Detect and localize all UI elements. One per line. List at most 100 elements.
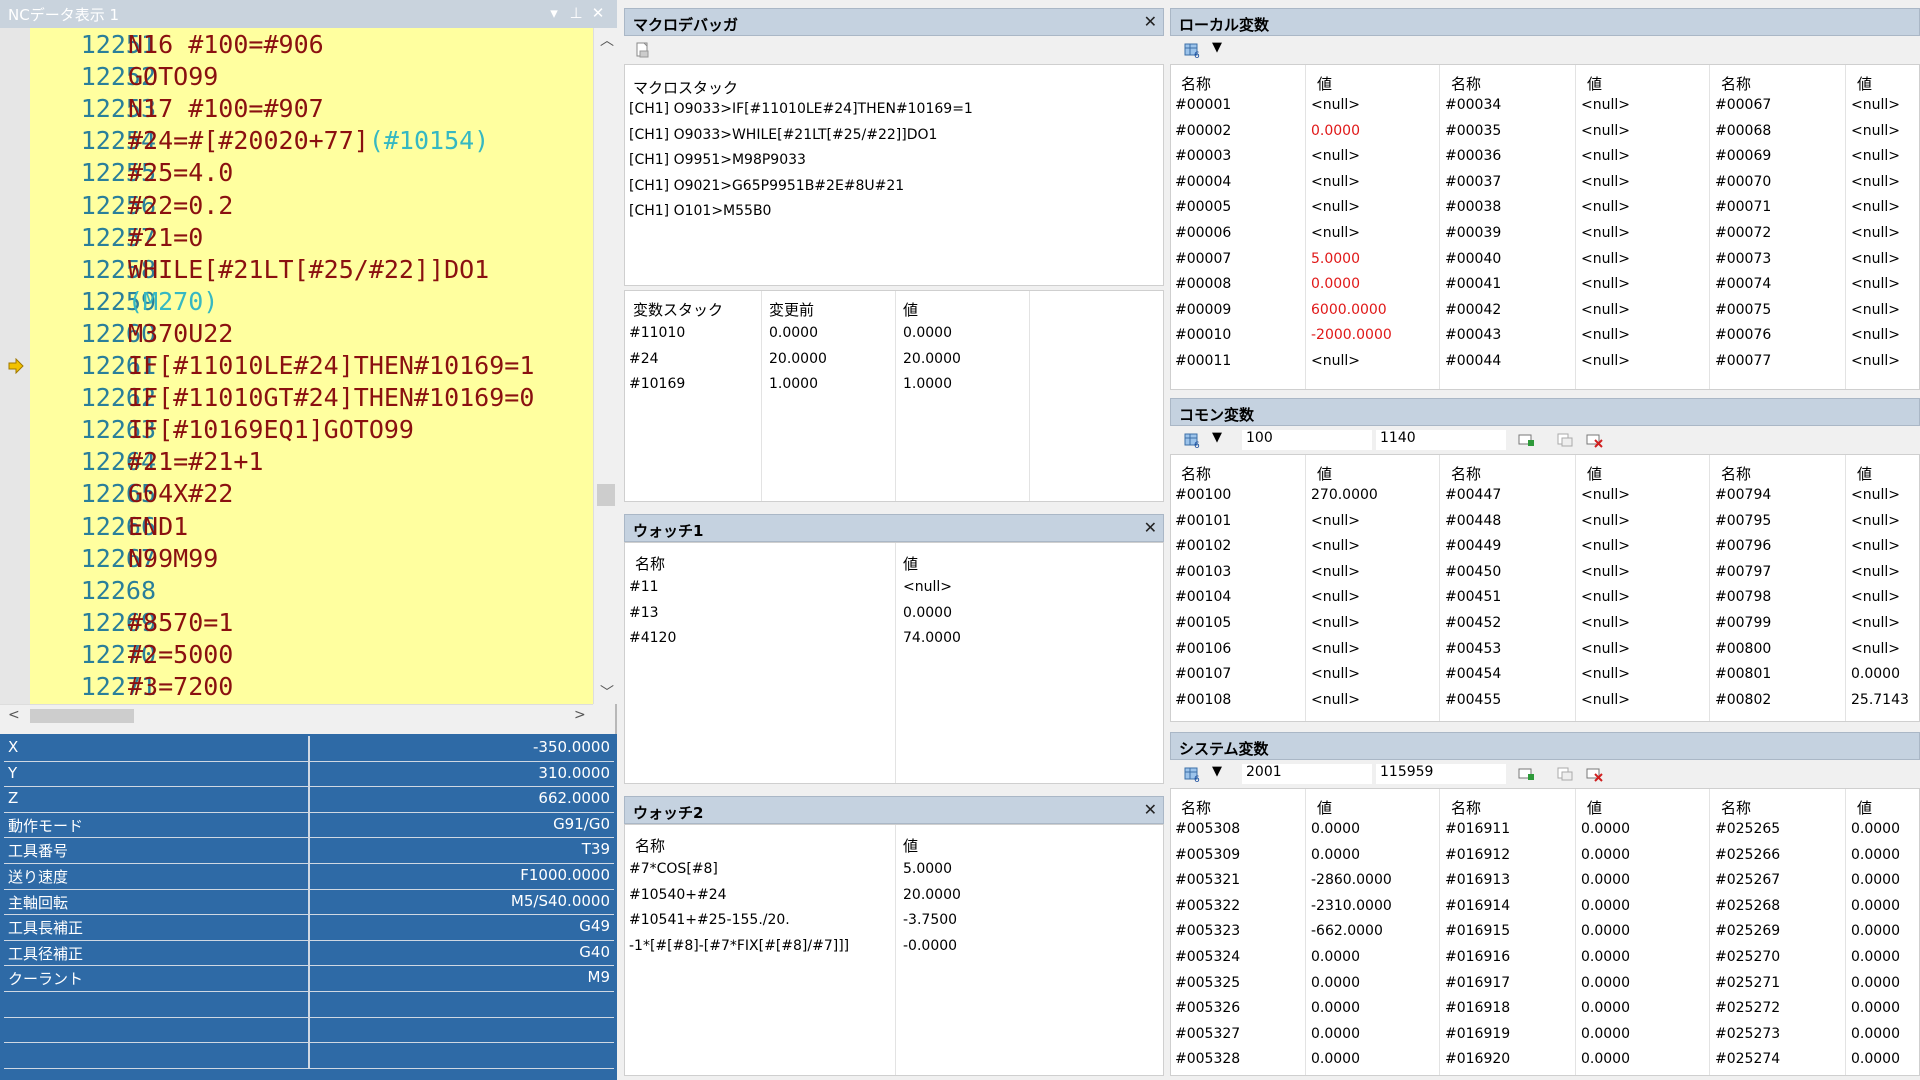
close-icon[interactable]: ✕ [588, 3, 608, 23]
table-row[interactable]: #13 0.0000 [625, 601, 1163, 627]
table-row[interactable]: #005324 0.0000 #016916 0.0000 #025270 0.0000 [1171, 945, 1919, 971]
scroll-thumb[interactable] [597, 484, 615, 506]
table-row[interactable]: #00003 <null> #00036 <null> #00069 <null> [1171, 144, 1919, 170]
column-header[interactable]: 値 [903, 299, 918, 320]
column-header[interactable]: 値 [1857, 797, 1872, 818]
list-item[interactable]: [CH1] O9951>M98P9033 [625, 148, 1163, 174]
code-line[interactable]: 12257 #21=0 [0, 222, 593, 254]
nc-code-view[interactable]: 12251 N16 #100=#906 12252 GOTO99 12253 N17 #1… [0, 28, 593, 704]
table-row[interactable]: #00105 <null> #00452 <null> #00799 <null> [1171, 611, 1919, 637]
table-row[interactable]: #00008 0.0000 #00041 <null> #00074 <null> [1171, 272, 1919, 298]
code-line[interactable]: 12251 N16 #100=#906 [0, 29, 593, 61]
column-header[interactable]: 名称 [1721, 463, 1751, 484]
chevron-down-icon[interactable]: ▼ [1212, 430, 1222, 445]
table-row[interactable]: #00100 270.0000 #00447 <null> #00794 <null> [1171, 483, 1919, 509]
scroll-up-icon[interactable]: ︿ [600, 30, 614, 50]
code-line[interactable]: 12260 M370U22 [0, 318, 593, 350]
code-line[interactable]: 12270 #2=5000 [0, 639, 593, 671]
column-header[interactable]: 名称 [1721, 73, 1751, 94]
close-icon[interactable]: ✕ [1144, 800, 1157, 819]
scroll-left-icon[interactable]: < [8, 707, 20, 723]
column-header[interactable]: 値 [1317, 797, 1332, 818]
add-watch-icon[interactable] [1518, 766, 1536, 782]
column-header[interactable]: 変数スタック [633, 299, 723, 320]
code-line[interactable]: 12265 G04X#22 [0, 478, 593, 510]
table-row[interactable]: #00007 5.0000 #00040 <null> #00073 <null> [1171, 247, 1919, 273]
document-icon[interactable] [634, 42, 652, 58]
column-header[interactable]: 名称 [635, 835, 665, 856]
code-line[interactable]: 12255 #25=4.0 [0, 157, 593, 189]
delete-icon[interactable] [1586, 766, 1604, 782]
table-row[interactable]: #10169 1.0000 1.0000 [625, 372, 1163, 398]
table-row[interactable]: #00009 6000.0000 #00042 <null> #00075 <null> [1171, 298, 1919, 324]
table-row[interactable]: #00001 <null> #00034 <null> #00067 <null> [1171, 93, 1919, 119]
table-row[interactable]: #10541+#25-155./20. -3.7500 [625, 908, 1163, 934]
column-header[interactable]: 名称 [1181, 797, 1211, 818]
table-row[interactable]: #00101 <null> #00448 <null> #00795 <null> [1171, 509, 1919, 535]
code-line[interactable]: 12263 IF[#10169EQ1]GOTO99 [0, 414, 593, 446]
range-to-input[interactable]: 1140 [1376, 430, 1506, 450]
copy-icon[interactable] [1556, 766, 1574, 782]
table-row[interactable]: #005308 0.0000 #016911 0.0000 #025265 0.0000 [1171, 817, 1919, 843]
code-line[interactable]: 12254 #24=#[#20020+77](#10154) [0, 125, 593, 157]
code-line[interactable]: 12261 IF[#11010LE#24]THEN#10169=1 [0, 350, 593, 382]
list-item[interactable]: [CH1] O9021>G65P9951B#2E#8U#21 [625, 174, 1163, 200]
table-row[interactable]: #00103 <null> #00450 <null> #00797 <null> [1171, 560, 1919, 586]
table-row[interactable]: #005323 -662.0000 #016915 0.0000 #025269 0.00… [1171, 919, 1919, 945]
column-header[interactable]: 名称 [1181, 463, 1211, 484]
table-row[interactable]: #00107 <null> #00454 <null> #00801 0.0000 [1171, 662, 1919, 688]
table-row[interactable]: #005327 0.0000 #016919 0.0000 #025273 0.0000 [1171, 1022, 1919, 1048]
list-item[interactable]: [CH1] O9033>WHILE[#21LT[#25/#22]]DO1 [625, 123, 1163, 149]
code-line[interactable]: 12266 END1 [0, 511, 593, 543]
delete-icon[interactable] [1586, 432, 1604, 448]
table-row[interactable]: #00006 <null> #00039 <null> #00072 <null> [1171, 221, 1919, 247]
column-header[interactable]: 名称 [1451, 73, 1481, 94]
pin-icon[interactable]: ⊥ [566, 3, 586, 23]
column-header[interactable]: 値 [903, 553, 918, 574]
table-row[interactable]: #005309 0.0000 #016912 0.0000 #025266 0.0000 [1171, 843, 1919, 869]
table-row[interactable]: #00102 <null> #00449 <null> #00796 <null> [1171, 534, 1919, 560]
table-row[interactable]: #11010 0.0000 0.0000 [625, 321, 1163, 347]
scroll-thumb[interactable] [30, 709, 134, 723]
code-line[interactable]: 12258 WHILE[#21LT[#25/#22]]DO1 [0, 254, 593, 286]
table-row[interactable]: #00004 <null> #00037 <null> #00070 <null> [1171, 170, 1919, 196]
dropdown-icon[interactable]: ▾ [544, 3, 564, 23]
code-line[interactable]: 12253 N17 #100=#907 [0, 93, 593, 125]
table-row[interactable]: #00011 <null> #00044 <null> #00077 <null> [1171, 349, 1919, 375]
code-line[interactable]: 12256 #22=0.2 [0, 190, 593, 222]
nc-horizontal-scrollbar[interactable]: < > [0, 704, 593, 726]
table-icon[interactable]: 6 [1184, 766, 1202, 782]
code-line[interactable]: 12267 N99M99 [0, 543, 593, 575]
table-row[interactable]: #005326 0.0000 #016918 0.0000 #025272 0.0000 [1171, 996, 1919, 1022]
nc-vertical-scrollbar[interactable]: ︿ ﹀ [593, 28, 617, 704]
table-row[interactable]: #00108 <null> #00455 <null> #00802 25.7143 [1171, 688, 1919, 714]
column-header[interactable]: 名称 [1721, 797, 1751, 818]
table-icon[interactable]: 6 [1184, 42, 1202, 58]
column-header[interactable]: 変更前 [769, 299, 814, 320]
table-row[interactable]: #11 <null> [625, 575, 1163, 601]
column-header[interactable]: 名称 [635, 553, 665, 574]
code-line[interactable]: 12271 #3=7200 [0, 671, 593, 703]
column-header[interactable]: 名称 [1451, 463, 1481, 484]
code-line[interactable]: 12264 #21=#21+1 [0, 446, 593, 478]
table-row[interactable]: #005322 -2310.0000 #016914 0.0000 #025268 0.0… [1171, 894, 1919, 920]
code-line[interactable]: 12268 [0, 575, 593, 607]
code-line[interactable]: 12269 #8570=1 [0, 607, 593, 639]
column-header[interactable]: 名称 [1451, 797, 1481, 818]
code-line[interactable]: 12262 IF[#11010GT#24]THEN#10169=0 [0, 382, 593, 414]
table-row[interactable]: -1*[#[#8]-[#7*FIX[#[#8]/#7]]] -0.0000 [625, 934, 1163, 960]
column-header[interactable]: 値 [903, 835, 918, 856]
table-row[interactable]: #10540+#24 20.0000 [625, 883, 1163, 909]
range-to-input[interactable]: 115959 [1376, 764, 1506, 784]
close-icon[interactable]: ✕ [1144, 518, 1157, 537]
close-icon[interactable]: ✕ [1144, 12, 1157, 31]
table-row[interactable]: #005328 0.0000 #016920 0.0000 #025274 0.0000 [1171, 1047, 1919, 1073]
table-row[interactable]: #7*COS[#8] 5.0000 [625, 857, 1163, 883]
chevron-down-icon[interactable]: ▼ [1212, 40, 1222, 55]
code-line[interactable]: 12259 (M270) [0, 286, 593, 318]
column-header[interactable]: 値 [1317, 463, 1332, 484]
scroll-right-icon[interactable]: > [574, 707, 586, 723]
table-row[interactable]: #24 20.0000 20.0000 [625, 347, 1163, 373]
column-header[interactable]: 値 [1587, 463, 1602, 484]
column-header[interactable]: 値 [1857, 73, 1872, 94]
